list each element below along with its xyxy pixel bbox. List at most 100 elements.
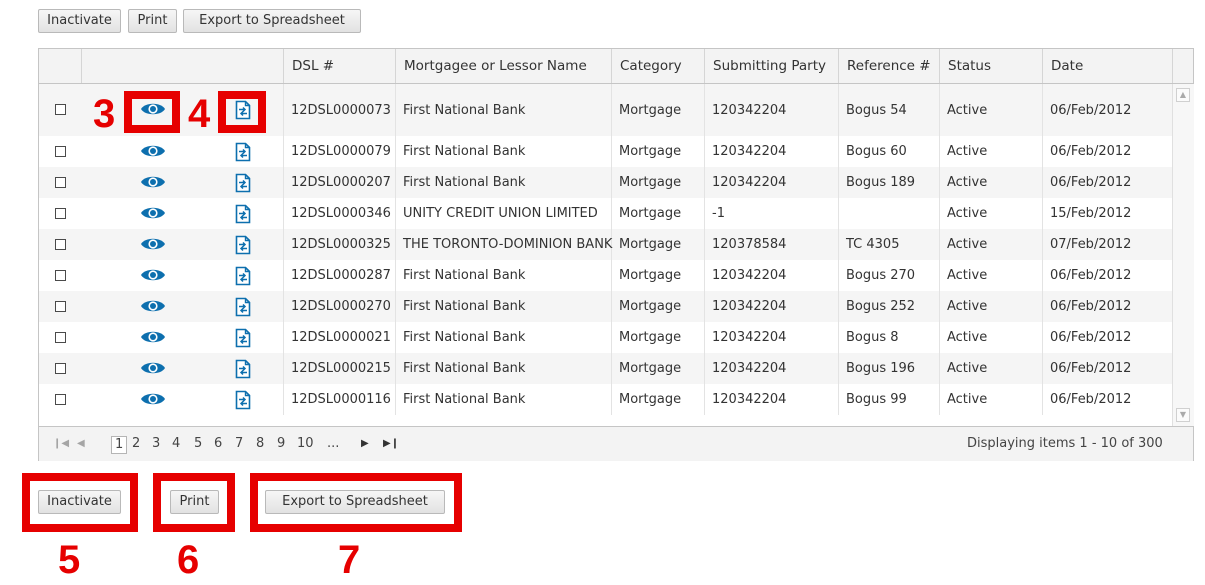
cell-dsl: 12DSL0000346 — [291, 206, 391, 221]
last-page-icon[interactable]: ▶❙ — [383, 436, 399, 452]
inactivate-button[interactable]: Inactivate — [38, 490, 121, 514]
next-page-icon[interactable]: ▶ — [361, 436, 369, 452]
table-row[interactable]: 12DSL0000021 First National Bank Mortgage 1… — [39, 322, 1172, 353]
table-row[interactable]: 12DSL0000215 First National Bank Mortgage 1… — [39, 353, 1172, 384]
callout-7: 7 — [338, 538, 361, 582]
print-button-top[interactable]: Print — [128, 9, 177, 33]
pager-page[interactable]: 4 — [172, 436, 180, 452]
eye-icon[interactable] — [140, 391, 166, 407]
document-icon[interactable] — [235, 266, 251, 286]
row-checkbox[interactable] — [55, 393, 66, 405]
document-icon[interactable] — [235, 390, 251, 410]
row-checkbox[interactable] — [55, 104, 66, 115]
cell-date: 07/Feb/2012 — [1050, 237, 1132, 252]
row-checkbox[interactable] — [55, 145, 66, 157]
eye-icon[interactable] — [140, 174, 166, 190]
pager-page[interactable]: 7 — [235, 436, 243, 452]
pager-more[interactable]: ... — [327, 436, 339, 452]
inactivate-button-top[interactable]: Inactivate — [38, 9, 121, 33]
pager-page[interactable]: 3 — [152, 436, 160, 452]
eye-icon[interactable] — [140, 143, 166, 159]
row-checkbox[interactable] — [55, 362, 66, 374]
cell-submitting-party: 120342204 — [712, 392, 787, 407]
cell-category: Mortgage — [619, 330, 682, 345]
pager-page[interactable]: 6 — [214, 436, 222, 452]
pager-page[interactable]: 2 — [132, 436, 140, 452]
header-dsl[interactable]: DSL # — [283, 49, 395, 83]
cell-date: 15/Feb/2012 — [1050, 206, 1132, 221]
header-category[interactable]: Category — [611, 49, 704, 83]
header-status[interactable]: Status — [939, 49, 1042, 83]
document-icon[interactable] — [235, 297, 251, 317]
eye-icon[interactable] — [140, 298, 166, 314]
export-button-top[interactable]: Export to Spreadsheet — [183, 9, 361, 33]
row-checkbox[interactable] — [55, 176, 66, 188]
vertical-scrollbar[interactable]: ▲ ▼ — [1172, 84, 1194, 426]
prev-page-icon[interactable]: ◀ — [77, 436, 85, 452]
row-checkbox[interactable] — [55, 331, 66, 343]
table-row[interactable]: 12DSL0000207 First National Bank Mortgage 1… — [39, 167, 1172, 198]
scroll-up-icon[interactable]: ▲ — [1176, 88, 1190, 102]
document-icon[interactable] — [235, 173, 251, 193]
table-row[interactable]: 12DSL0000287 First National Bank Mortgage 1… — [39, 260, 1172, 291]
row-checkbox[interactable] — [55, 238, 66, 250]
table-row[interactable]: 12DSL0000079 First National Bank Mortgage 1… — [39, 136, 1172, 167]
cell-reference: Bogus 189 — [846, 175, 916, 190]
pager-page[interactable]: 1 — [111, 436, 128, 454]
pager-page[interactable]: 10 — [297, 436, 314, 452]
cell-name: First National Bank — [403, 299, 526, 314]
callout-5: 5 — [58, 538, 81, 582]
table-row[interactable]: 12DSL0000325 THE TORONTO-DOMINION BANK Mor… — [39, 229, 1172, 260]
grid-pager: ❙◀ ◀ 1 2 3 4 5 6 7 8 9 10... ▶ ▶❙ Displaying item… — [39, 426, 1193, 461]
pager-page[interactable]: 5 — [194, 436, 202, 452]
eye-icon[interactable] — [140, 360, 166, 376]
eye-icon[interactable] — [140, 236, 166, 252]
document-icon[interactable] — [235, 235, 251, 255]
cell-status: Active — [947, 330, 988, 345]
cell-status: Active — [947, 392, 988, 407]
table-row[interactable]: 12DSL0000270 First National Bank Mortgage 1… — [39, 291, 1172, 322]
row-checkbox[interactable] — [55, 300, 66, 312]
cell-status: Active — [947, 299, 988, 314]
cell-reference: Bogus 60 — [846, 144, 907, 159]
table-row[interactable]: 12DSL0000116 First National Bank Mortgage 1… — [39, 384, 1172, 415]
cell-date: 06/Feb/2012 — [1050, 361, 1132, 376]
row-checkbox[interactable] — [55, 207, 66, 219]
cell-reference: Bogus 252 — [846, 299, 916, 314]
table-row[interactable]: 12DSL0000346 UNITY CREDIT UNION LIMITED Mo… — [39, 198, 1172, 229]
cell-submitting-party: -1 — [712, 206, 725, 221]
row-checkbox[interactable] — [55, 269, 66, 281]
cell-status: Active — [947, 206, 988, 221]
document-icon[interactable] — [235, 328, 251, 348]
cell-dsl: 12DSL0000207 — [291, 175, 391, 190]
cell-date: 06/Feb/2012 — [1050, 144, 1132, 159]
callout-3: 3 — [93, 92, 116, 136]
header-date[interactable]: Date — [1042, 49, 1172, 83]
cell-dsl: 12DSL0000325 — [291, 237, 391, 252]
cell-name: First National Bank — [403, 175, 526, 190]
cell-reference — [838, 198, 939, 229]
pager-page[interactable]: 8 — [256, 436, 264, 452]
cell-submitting-party: 120342204 — [712, 330, 787, 345]
eye-icon[interactable] — [140, 267, 166, 283]
eye-icon[interactable] — [140, 329, 166, 345]
first-page-icon[interactable]: ❙◀ — [53, 436, 69, 452]
cell-category: Mortgage — [619, 361, 682, 376]
export-button[interactable]: Export to Spreadsheet — [265, 490, 445, 514]
document-icon[interactable] — [235, 359, 251, 379]
eye-icon[interactable] — [140, 205, 166, 221]
header-scroll-spacer — [1172, 49, 1193, 83]
cell-category: Mortgage — [619, 175, 682, 190]
header-submitting-party[interactable]: Submitting Party — [704, 49, 838, 83]
document-icon[interactable] — [235, 142, 251, 162]
cell-date: 06/Feb/2012 — [1050, 102, 1132, 118]
scroll-down-icon[interactable]: ▼ — [1176, 408, 1190, 422]
header-reference[interactable]: Reference # — [838, 49, 939, 83]
cell-reference: Bogus 99 — [846, 392, 907, 407]
document-icon[interactable] — [235, 204, 251, 224]
pager-page[interactable]: 9 — [277, 436, 285, 452]
header-name[interactable]: Mortgagee or Lessor Name — [395, 49, 611, 83]
cell-category: Mortgage — [619, 268, 682, 283]
print-button[interactable]: Print — [170, 490, 219, 514]
callout-6: 6 — [177, 538, 200, 582]
